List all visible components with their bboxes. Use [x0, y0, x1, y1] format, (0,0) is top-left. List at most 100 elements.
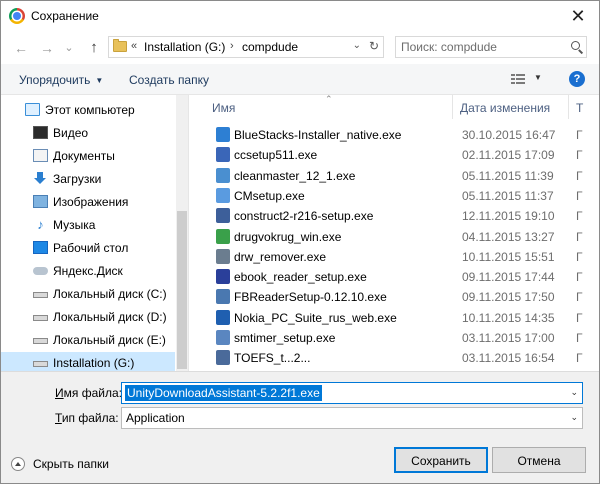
sidebar-item-label: Документы: [53, 149, 115, 163]
sidebar-item[interactable]: ♪ Музыка: [1, 214, 175, 236]
refresh-icon[interactable]: ↻: [369, 39, 379, 53]
navigation-scrollbar[interactable]: [176, 95, 188, 371]
recent-locations-icon[interactable]: ⌄: [61, 40, 77, 56]
search-box[interactable]: [395, 36, 587, 58]
save-form: Имя файла: UnityDownloadAssistant-5.2.2f…: [1, 371, 599, 483]
search-icon[interactable]: [571, 41, 580, 50]
breadcrumb-installation[interactable]: Installation (G:): [144, 40, 225, 54]
column-header-type[interactable]: Т: [576, 101, 583, 115]
pictures-folder-icon: [33, 195, 48, 208]
filename-field[interactable]: UnityDownloadAssistant-5.2.2f1.exe ⌄: [121, 382, 583, 404]
file-row[interactable]: FBReaderSetup-0.12.10.exe 09.11.2015 17:5…: [190, 287, 599, 307]
address-bar[interactable]: « Installation (G:) › compdude ⌄ ↻: [108, 36, 384, 58]
drive-icon: [33, 292, 48, 298]
file-row[interactable]: construct2-r216-setup.exe 12.11.2015 19:1…: [190, 206, 599, 226]
sidebar-item-label: Installation (G:): [53, 356, 135, 370]
file-date: 09.11.2015 17:44: [462, 270, 555, 285]
save-button[interactable]: Сохранить: [394, 447, 488, 473]
sidebar-item[interactable]: Локальный диск (E:): [1, 329, 175, 351]
back-arrow-icon[interactable]: ←: [13, 40, 29, 56]
breadcrumb-compdude[interactable]: compdude: [242, 40, 298, 54]
file-type: Г: [576, 249, 583, 264]
drive-icon: [33, 338, 48, 344]
file-row[interactable]: Nokia_PC_Suite_rus_web.exe 10.11.2015 14:…: [190, 308, 599, 328]
file-row[interactable]: ccsetup511.exe 02.11.2015 17:09 Г: [190, 145, 599, 165]
column-divider[interactable]: [452, 95, 453, 119]
file-row[interactable]: cleanmaster_12_1.exe 05.11.2015 11:39 Г: [190, 166, 599, 186]
search-input[interactable]: [401, 39, 561, 55]
chevron-down-icon[interactable]: ⌄: [570, 412, 578, 423]
cancel-button[interactable]: Отмена: [492, 447, 586, 473]
file-type: Г: [576, 188, 583, 203]
file-name: drw_remover.exe: [234, 249, 327, 264]
sidebar-item[interactable]: Installation (G:): [1, 352, 175, 371]
exe-file-icon: [216, 309, 230, 325]
filename-value[interactable]: UnityDownloadAssistant-5.2.2f1.exe: [125, 385, 322, 401]
column-header-date[interactable]: Дата изменения: [460, 101, 550, 115]
chrome-icon: [9, 8, 25, 24]
file-type: Г: [576, 290, 583, 305]
sidebar-item[interactable]: Яндекс.Диск: [1, 260, 175, 282]
file-type: Г: [576, 351, 583, 366]
file-type: Г: [576, 209, 583, 224]
address-chevrons[interactable]: «: [131, 40, 137, 52]
file-row[interactable]: BlueStacks-Installer_native.exe 30.10.201…: [190, 125, 599, 145]
file-row[interactable]: TOEFS_t...2... 03.11.2015 16:54 Г: [190, 348, 599, 368]
view-options-icon[interactable]: [511, 74, 525, 84]
up-arrow-icon[interactable]: ↑: [86, 40, 102, 56]
sidebar-item[interactable]: Локальный диск (D:): [1, 306, 175, 328]
file-row[interactable]: CMsetup.exe 05.11.2015 11:37 Г: [190, 186, 599, 206]
file-type: Г: [576, 229, 583, 244]
file-row[interactable]: ebook_reader_setup.exe 09.11.2015 17:44 Г: [190, 267, 599, 287]
filetype-select[interactable]: Application ⌄: [121, 407, 583, 429]
folder-icon: [113, 39, 127, 52]
navigation-bar: ← → ⌄ ↑ « Installation (G:) › compdude ⌄…: [1, 32, 599, 64]
yandex-disk-icon: [33, 264, 48, 277]
exe-file-icon: [216, 350, 230, 366]
view-dropdown-icon[interactable]: ▼: [534, 73, 542, 82]
filetype-label: Тип файла:: [55, 411, 119, 425]
new-folder-button[interactable]: Создать папку: [129, 73, 209, 87]
file-row[interactable]: smtimer_setup.exe 03.11.2015 17:00 Г: [190, 328, 599, 348]
chevron-down-icon[interactable]: ⌄: [570, 387, 578, 398]
file-type: Г: [576, 128, 583, 142]
navigation-pane: Этот компьютер Видео Документы Загрузки Изоб…: [1, 95, 189, 371]
sidebar-item-label: Изображения: [53, 195, 129, 209]
file-date: 12.11.2015 19:10: [462, 209, 555, 224]
filename-label: Имя файла:: [55, 386, 122, 400]
file-name: CMsetup.exe: [234, 188, 305, 203]
save-dialog: Сохранение ✕ ← → ⌄ ↑ « Installation (G:)…: [0, 0, 600, 484]
exe-file-icon: [216, 167, 230, 183]
file-row[interactable]: drugvokrug_win.exe 04.11.2015 13:27 Г: [190, 227, 599, 247]
toolbar: Упорядочить ▼ Создать папку ▼ ?: [1, 64, 599, 95]
sidebar-item[interactable]: Локальный диск (C:): [1, 283, 175, 305]
organize-button[interactable]: Упорядочить ▼: [19, 73, 103, 87]
sidebar-item[interactable]: Этот компьютер: [1, 99, 175, 121]
sidebar-item-label: Загрузки: [53, 172, 102, 186]
file-row[interactable]: drw_remover.exe 10.11.2015 15:51 Г: [190, 247, 599, 267]
file-name: TOEFS_t...2...: [234, 351, 311, 366]
file-date: 10.11.2015 14:35: [462, 310, 555, 325]
chevron-down-icon: ▼: [95, 76, 104, 85]
sidebar-item[interactable]: Загрузки: [1, 168, 175, 190]
sidebar-item[interactable]: Документы: [1, 145, 175, 167]
forward-arrow-icon[interactable]: →: [39, 40, 55, 56]
music-folder-icon: ♪: [37, 217, 44, 232]
file-date: 05.11.2015 11:37: [462, 188, 554, 203]
documents-folder-icon: [33, 149, 48, 162]
file-date: 03.11.2015 17:00: [462, 331, 555, 345]
sidebar-item[interactable]: Рабочий стол: [1, 237, 175, 259]
file-name: construct2-r216-setup.exe: [234, 209, 374, 224]
sidebar-item[interactable]: Изображения: [1, 191, 175, 213]
help-icon[interactable]: ?: [569, 71, 585, 87]
scrollbar-thumb[interactable]: [177, 211, 187, 369]
breadcrumb-separator[interactable]: ›: [230, 40, 234, 52]
sidebar-item-label: Локальный диск (D:): [53, 310, 167, 324]
sidebar-item[interactable]: Видео: [1, 122, 175, 144]
column-header-name[interactable]: Имя: [212, 101, 235, 115]
sort-ascending-icon: ⌃: [325, 95, 333, 104]
file-type: Г: [576, 270, 583, 285]
close-icon[interactable]: ✕: [567, 5, 589, 27]
column-divider[interactable]: [568, 95, 569, 119]
address-dropdown-icon[interactable]: ⌄: [353, 40, 361, 51]
